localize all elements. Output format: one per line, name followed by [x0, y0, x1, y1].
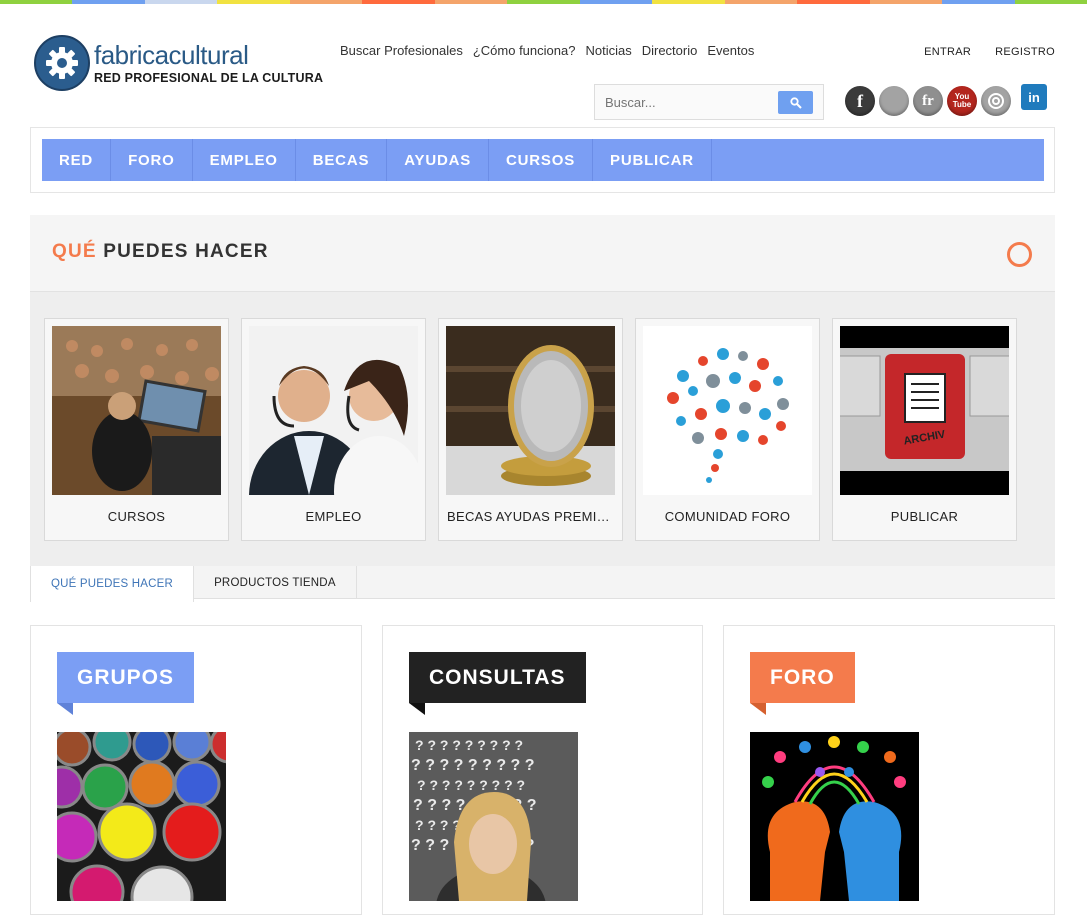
stripe-segment [72, 0, 145, 4]
friendfeed-icon[interactable]: fr [913, 86, 943, 116]
publicar-image: ARCHIV [840, 326, 1009, 495]
top-nav-buscar-profesionales[interactable]: Buscar Profesionales [340, 43, 463, 58]
tab-bar: QUÉ PUEDES HACER PRODUCTOS TIENDA [30, 566, 1055, 602]
main-nav-publicar[interactable]: PUBLICAR [593, 139, 712, 181]
main-nav-ayudas[interactable]: AYUDAS [387, 139, 490, 181]
login-link[interactable]: ENTRAR [924, 46, 971, 58]
que-puedes-hacer-panel: QUÉ PUEDES HACER CURSOS EMPLEO BECAS AYU… [30, 215, 1055, 566]
panel-title: QUÉ PUEDES HACER [52, 241, 269, 262]
facebook-icon[interactable]: f [845, 86, 875, 116]
tab-que-puedes-hacer[interactable]: QUÉ PUEDES HACER [30, 566, 195, 602]
feature-grupos[interactable]: GRUPOS [30, 625, 362, 915]
main-nav: RED FORO EMPLEO BECAS AYUDAS CURSOS PUBL… [42, 139, 1044, 181]
stripe-segment [579, 0, 653, 4]
card-label: CURSOS [107, 509, 166, 524]
panel-toggle-icon[interactable] [1007, 242, 1032, 267]
feature-badge: CONSULTAS [409, 652, 586, 703]
stripe-segment [797, 0, 870, 4]
brand-name: fabricacultural [94, 39, 249, 70]
tab-productos-tienda[interactable]: PRODUCTOS TIENDA [194, 566, 357, 599]
main-nav-foro[interactable]: FORO [111, 139, 193, 181]
search-button[interactable] [778, 91, 813, 114]
site-logo[interactable]: fabricacultural RED PROFESIONAL DE LA CU… [34, 35, 323, 91]
top-nav-eventos[interactable]: Eventos [707, 43, 754, 58]
gear-logo-icon [34, 35, 90, 91]
card-cursos[interactable]: CURSOS [44, 318, 229, 541]
linkedin-icon[interactable]: in [1021, 84, 1047, 110]
feature-consultas[interactable]: CONSULTAS ? ? ? ? ? ? ? ? ? ? ? ? ? ? ? … [382, 625, 703, 915]
main-nav-red[interactable]: RED [42, 139, 112, 181]
card-comunidad-foro[interactable]: COMUNIDAD FORO [635, 318, 820, 541]
search-icon [789, 96, 802, 109]
badge-tail [57, 703, 73, 715]
youtube-icon[interactable]: You Tube [947, 86, 977, 116]
foro-image [750, 732, 919, 901]
feature-badge: FORO [750, 652, 855, 703]
main-nav-cursos[interactable]: CURSOS [489, 139, 594, 181]
social-links: f fr You Tube in [845, 84, 1047, 116]
auth-links: ENTRAR REGISTRO [924, 46, 1055, 58]
search-box [594, 84, 824, 120]
cursos-image [52, 326, 221, 495]
card-label: PUBLICAR [890, 509, 959, 524]
main-nav-becas[interactable]: BECAS [296, 139, 388, 181]
stripe-segment [652, 0, 725, 4]
becas-image [446, 326, 615, 495]
main-nav-empleo[interactable]: EMPLEO [193, 139, 296, 181]
stripe-segment [942, 0, 1015, 4]
top-color-stripe [0, 0, 1087, 4]
stripe-segment [869, 0, 943, 4]
target-icon[interactable] [981, 86, 1011, 116]
stripe-segment [724, 0, 798, 4]
feature-badge: GRUPOS [57, 652, 195, 703]
stripe-segment [434, 0, 508, 4]
badge-tail [409, 703, 425, 715]
top-nav-directorio[interactable]: Directorio [642, 43, 698, 58]
main-nav-container: RED FORO EMPLEO BECAS AYUDAS CURSOS PUBL… [30, 127, 1055, 193]
card-label: EMPLEO [305, 509, 362, 524]
svg-text:? ? ? ? ? ? ? ? ?: ? ? ? ? ? ? ? ? ? [415, 737, 523, 753]
comunidad-foro-image [643, 326, 812, 495]
card-empleo[interactable]: EMPLEO [241, 318, 426, 541]
card-label: COMUNIDAD FORO [664, 509, 791, 524]
top-nav-como-funciona[interactable]: ¿Cómo funciona? [473, 43, 576, 58]
svg-text:? ? ? ? ? ? ? ? ?: ? ? ? ? ? ? ? ? ? [411, 757, 535, 774]
grupos-image [57, 732, 226, 901]
feature-foro[interactable]: FORO [723, 625, 1055, 915]
card-row: CURSOS EMPLEO BECAS AYUDAS PREMIOS COMUN… [44, 318, 1017, 541]
brand-tagline: RED PROFESIONAL DE LA CULTURA [94, 70, 324, 85]
card-publicar[interactable]: ARCHIV PUBLICAR [832, 318, 1017, 541]
top-nav-noticias[interactable]: Noticias [585, 43, 631, 58]
svg-text:? ? ? ? ? ? ? ? ?: ? ? ? ? ? ? ? ? ? [417, 777, 525, 793]
stripe-segment [217, 0, 290, 4]
stripe-segment [0, 0, 73, 4]
myspace-icon[interactable] [879, 86, 909, 116]
consultas-image: ? ? ? ? ? ? ? ? ? ? ? ? ? ? ? ? ? ? ? ? … [409, 732, 578, 901]
stripe-segment [362, 0, 435, 4]
card-becas-ayudas-premios[interactable]: BECAS AYUDAS PREMIOS [438, 318, 623, 541]
top-nav: Buscar Profesionales ¿Cómo funciona? Not… [340, 43, 754, 58]
badge-tail [750, 703, 766, 715]
empleo-image [249, 326, 418, 495]
panel-header: QUÉ PUEDES HACER [30, 215, 1055, 292]
card-label: BECAS AYUDAS PREMIOS [447, 509, 617, 524]
register-link[interactable]: REGISTRO [995, 46, 1055, 58]
stripe-segment [1014, 0, 1087, 4]
search-input[interactable] [595, 94, 775, 110]
stripe-segment [289, 0, 363, 4]
stripe-segment [507, 0, 580, 4]
stripe-segment [144, 0, 218, 4]
